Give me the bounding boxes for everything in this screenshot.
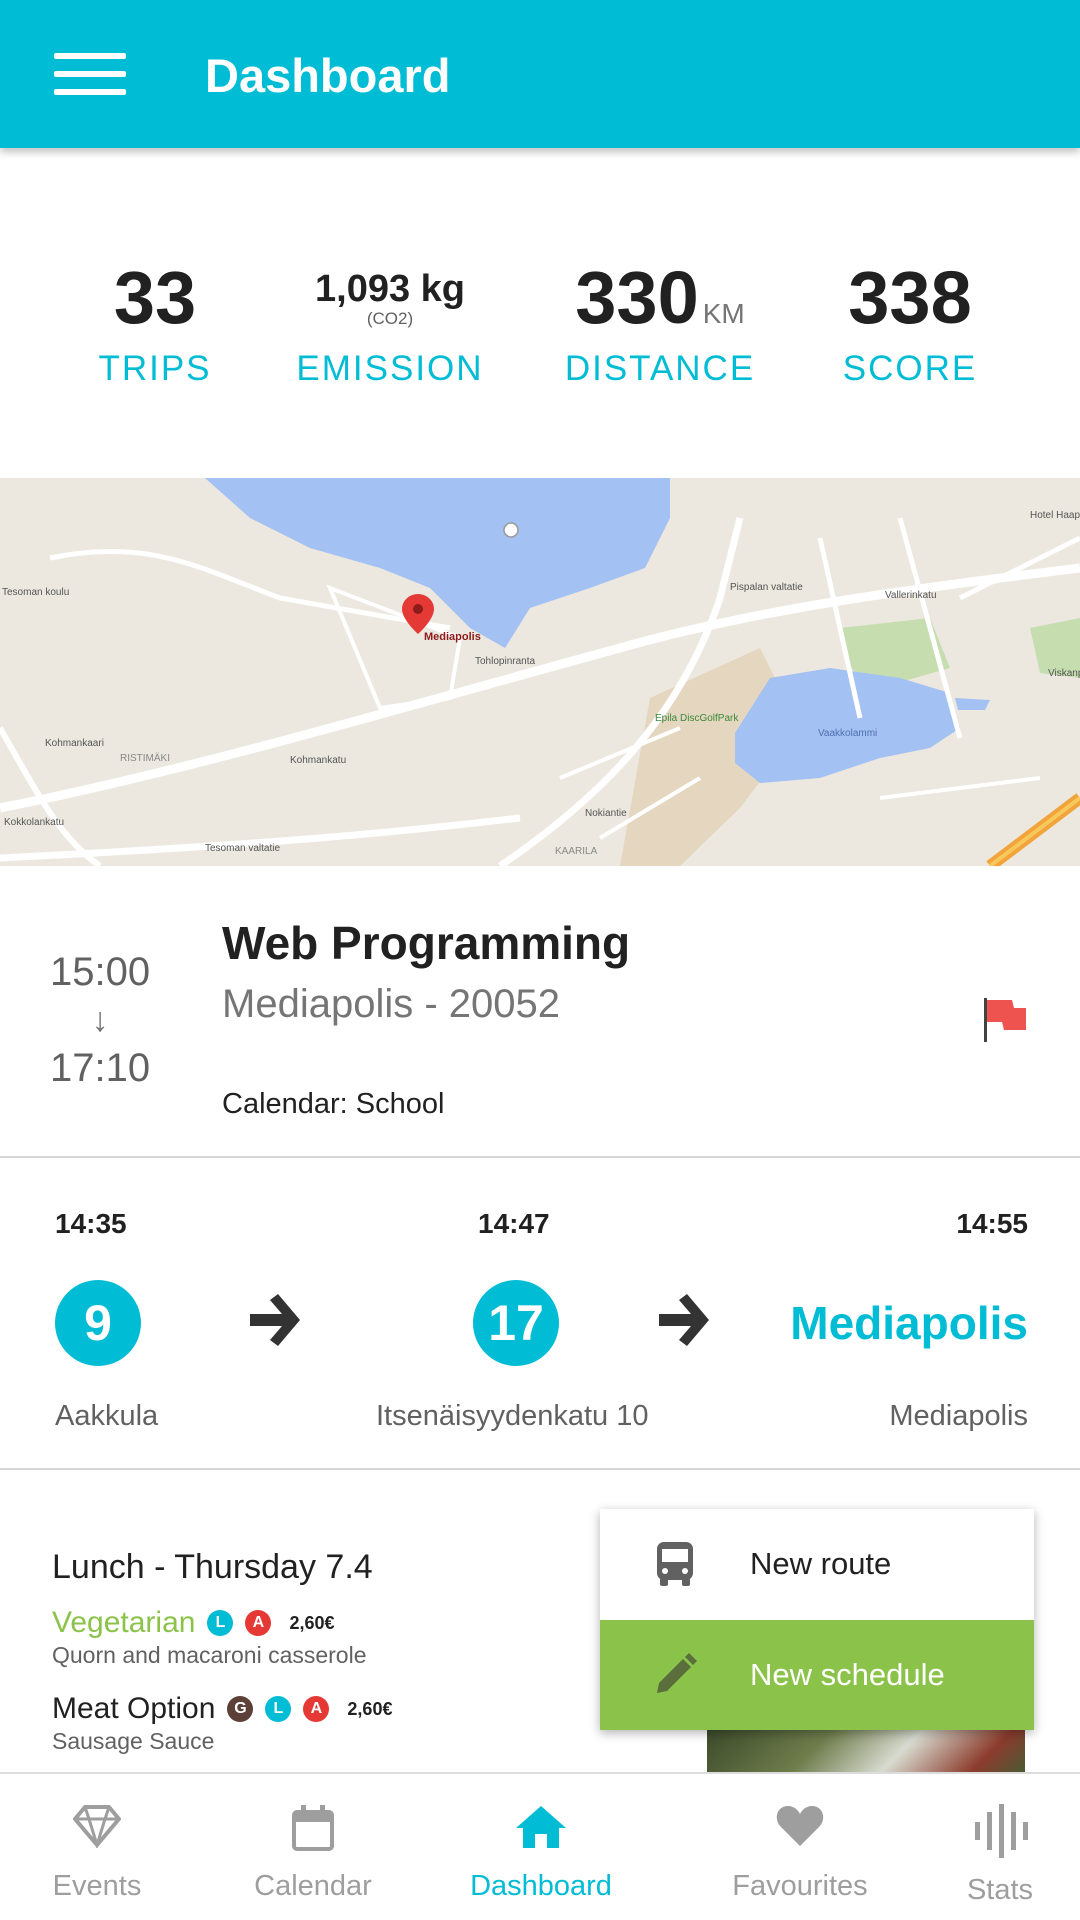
- route-card[interactable]: 14:35 14:47 14:55 9 17 Mediapolis Aakkul…: [0, 1158, 1080, 1470]
- map-label: Tohlopinranta: [475, 656, 535, 667]
- equalizer-icon: [975, 1804, 1028, 1858]
- lunch-title: Lunch - Thursday 7.4: [52, 1548, 373, 1586]
- event-time-range: 15:00 ↓ 17:10: [50, 948, 150, 1092]
- event-card[interactable]: 15:00 ↓ 17:10 Web Programming Mediapolis…: [0, 866, 1080, 1158]
- new-route-label: New route: [750, 1546, 892, 1581]
- nav-events[interactable]: Events: [22, 1774, 172, 1920]
- flag-icon[interactable]: [982, 996, 1028, 1044]
- distance-label: DISTANCE: [564, 349, 756, 388]
- event-title: Web Programming: [222, 917, 631, 969]
- event-location: Mediapolis - 20052: [222, 982, 560, 1026]
- food-image: [707, 1730, 1025, 1772]
- meal-row: Meat Option G L A 2,60€: [52, 1692, 392, 1726]
- route-stop: Aakkula: [55, 1400, 159, 1432]
- map-label: Tesoman valtatie: [205, 843, 280, 854]
- stat-trips: 33 TRIPS: [80, 255, 230, 389]
- fab-popup-menu: New route New schedule: [600, 1509, 1034, 1730]
- new-schedule-label: New schedule: [750, 1657, 945, 1692]
- trips-value: 33: [113, 256, 197, 339]
- stat-distance: 330 KM DISTANCE: [560, 255, 760, 389]
- event-end-time: 17:10: [50, 1046, 151, 1090]
- nav-dashboard[interactable]: Dashboard: [455, 1774, 627, 1920]
- calendar-icon: [292, 1805, 334, 1851]
- meal-description: Quorn and macaroni casserole: [52, 1642, 367, 1668]
- route-map[interactable]: Mediapolis Tesoman koulu Pispalan valtat…: [0, 478, 1080, 866]
- distance-unit: KM: [702, 298, 745, 329]
- meal-price: 2,60€: [347, 1698, 393, 1719]
- arrow-down-icon: ↓: [91, 1001, 109, 1039]
- stat-score: 338 SCORE: [840, 255, 980, 389]
- map-label: Kohmankaari: [45, 738, 104, 749]
- stats-summary: 33 TRIPS 1,093 kg (CO2) EMISSION 330 KM D…: [0, 255, 1080, 405]
- map-label: Viskanp: [1048, 668, 1080, 679]
- nav-label: Favourites: [732, 1870, 868, 1902]
- new-route-button[interactable]: New route: [600, 1509, 1034, 1619]
- nav-favourites[interactable]: Favourites: [720, 1774, 880, 1920]
- map-label: Vallerinkatu: [885, 590, 937, 601]
- meal-name: Meat Option: [52, 1692, 216, 1725]
- map-label: Tesoman koulu: [2, 587, 69, 598]
- nav-label: Events: [52, 1870, 142, 1902]
- diet-badge: L: [207, 1610, 234, 1636]
- meal-price: 2,60€: [289, 1612, 335, 1633]
- page-title: Dashboard: [205, 49, 451, 102]
- map-label: Pispalan valtatie: [730, 582, 803, 593]
- score-value: 338: [848, 256, 972, 339]
- map-label: Kohmankatu: [290, 755, 346, 766]
- trips-label: TRIPS: [98, 349, 212, 388]
- route-time: 14:55: [956, 1208, 1028, 1239]
- route-stop: Itsenäisyydenkatu 10: [376, 1400, 649, 1432]
- arrow-right-icon: [250, 1294, 300, 1346]
- bus-icon: [600, 1540, 750, 1588]
- meal-description: Sausage Sauce: [52, 1728, 215, 1754]
- meal-name: Vegetarian: [52, 1606, 196, 1639]
- diet-badge: A: [245, 1610, 272, 1636]
- nav-stats[interactable]: Stats: [945, 1774, 1055, 1920]
- event-calendar: Calendar: School: [222, 1088, 445, 1120]
- map-label: Nokiantie: [585, 808, 627, 819]
- event-start-time: 15:00: [50, 950, 151, 994]
- nav-calendar[interactable]: Calendar: [238, 1774, 388, 1920]
- nav-label: Stats: [966, 1874, 1034, 1906]
- nav-label: Dashboard: [470, 1870, 612, 1902]
- map-label: Vaakkolammi: [818, 728, 877, 739]
- nav-label: Calendar: [254, 1870, 372, 1902]
- score-label: SCORE: [842, 349, 978, 388]
- route-stop: Mediapolis: [889, 1400, 1028, 1432]
- home-icon: [516, 1806, 566, 1848]
- map-label: Hotel Haap: [1030, 510, 1080, 521]
- diet-badge: L: [265, 1696, 292, 1722]
- new-schedule-button[interactable]: New schedule: [600, 1620, 1034, 1730]
- arrow-right-icon: [659, 1294, 709, 1346]
- stat-emission: 1,093 kg (CO2) EMISSION: [295, 255, 485, 389]
- route-time: 14:47: [478, 1208, 550, 1239]
- route-time: 14:35: [55, 1208, 127, 1239]
- distance-value: 330 KM: [575, 256, 745, 339]
- diet-badge: A: [303, 1696, 330, 1722]
- emission-label: EMISSION: [296, 349, 484, 388]
- bus-line-badge: 9: [55, 1280, 141, 1366]
- bus-line-badge: 17: [473, 1280, 559, 1366]
- emission-sub: (CO2): [366, 309, 414, 328]
- pencil-icon: [600, 1653, 750, 1697]
- map-label: KAARILA: [555, 846, 598, 857]
- hamburger-menu-icon[interactable]: [40, 36, 136, 112]
- heart-icon: [776, 1806, 824, 1846]
- diet-badge: G: [227, 1696, 254, 1722]
- route-destination: Mediapolis: [790, 1297, 1028, 1349]
- meal-row: Vegetarian L A 2,60€: [52, 1606, 335, 1640]
- diamond-icon: [73, 1805, 121, 1848]
- bottom-navigation: Events Calendar Dashboard Favourites Sta…: [0, 1772, 1080, 1920]
- map-pin-label: Mediapolis: [424, 631, 481, 643]
- map-label: RISTIMÄKI: [120, 752, 170, 764]
- map-label: Epila DiscGolfPark: [655, 713, 739, 724]
- app-bar: Dashboard: [0, 0, 1080, 148]
- map-label: Kokkolankatu: [4, 817, 64, 828]
- emission-value: 1,093 kg: [315, 268, 465, 310]
